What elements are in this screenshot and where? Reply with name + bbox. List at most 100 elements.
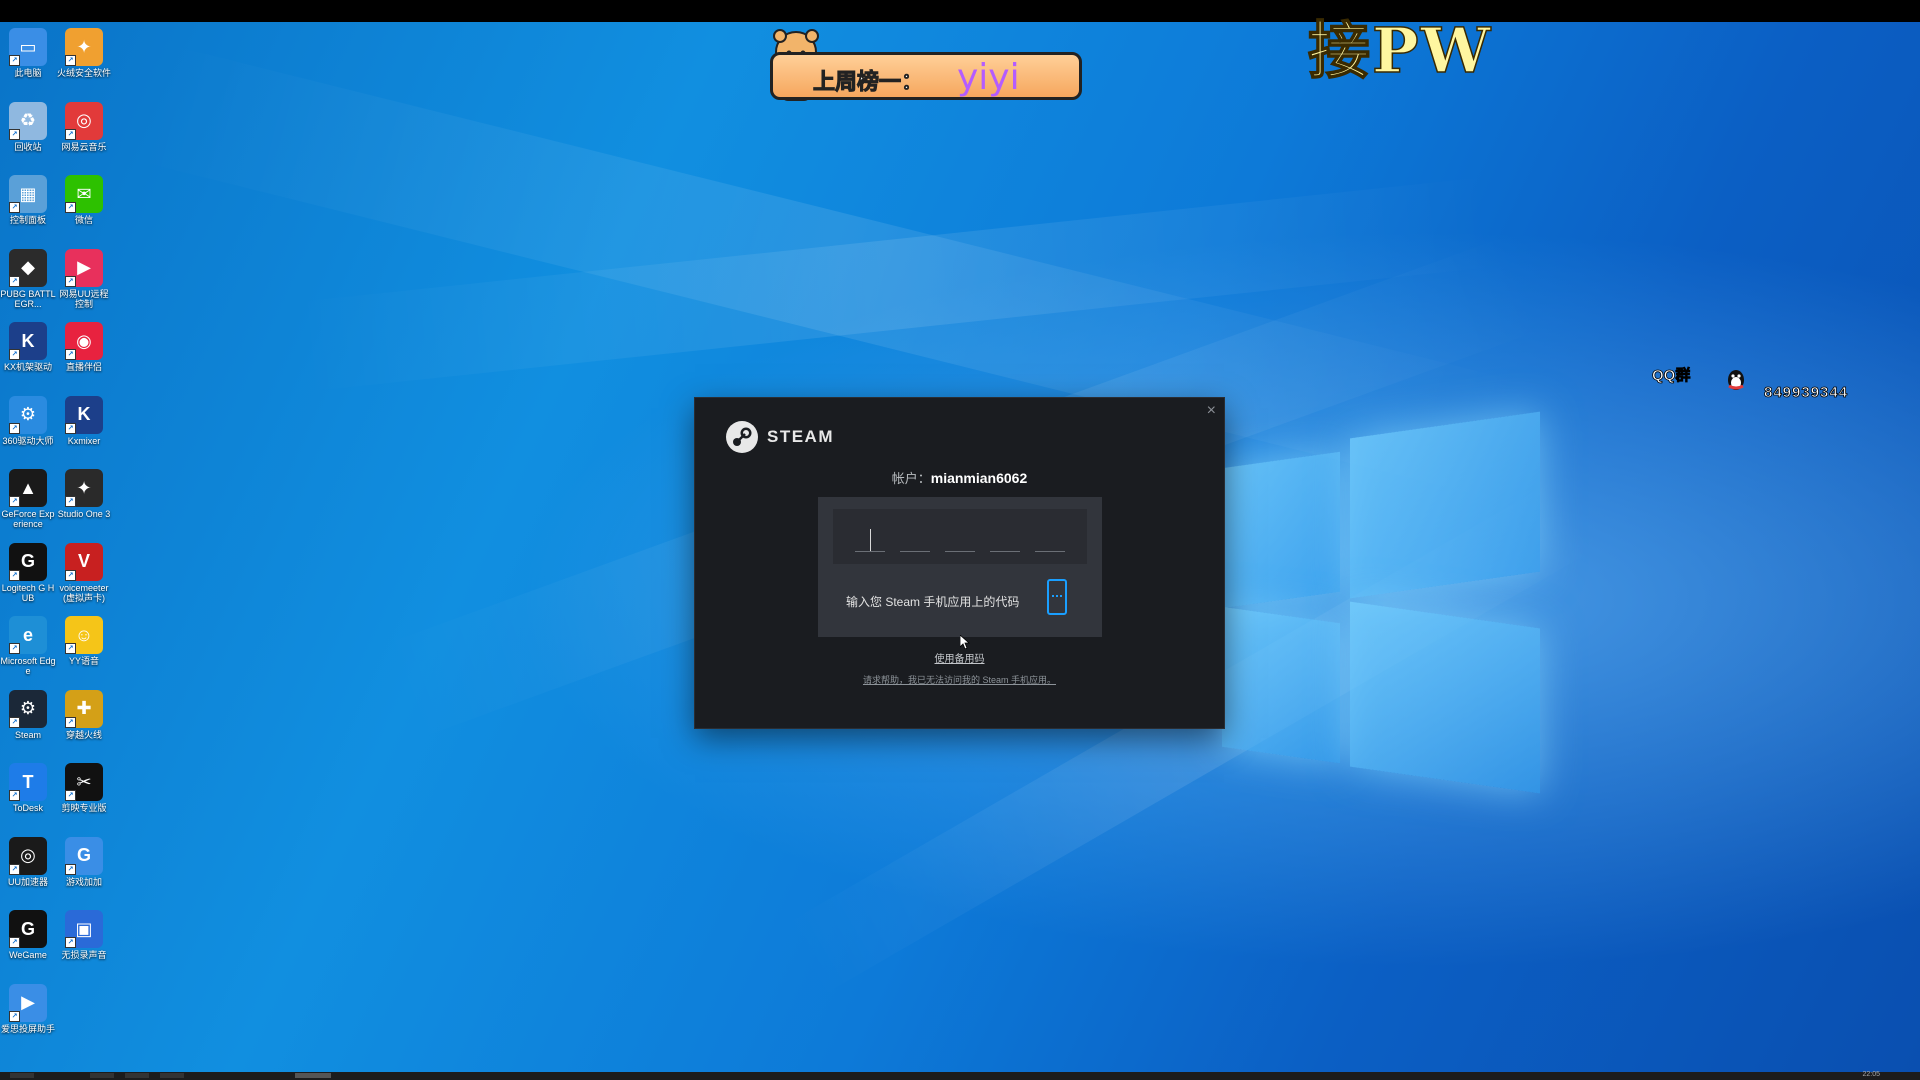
desktop-shortcut[interactable]: ♻ ↗ 回收站: [0, 101, 56, 152]
voicemeeter-icon: V ↗: [65, 542, 103, 581]
desktop-shortcut[interactable]: ▶ ↗ 网易UU远程控制: [56, 248, 112, 309]
live-companion-icon: ◉ ↗: [65, 322, 103, 360]
desktop-shortcut[interactable]: G ↗ WeGame: [0, 910, 56, 960]
desktop-shortcut-label: 网易UU远程控制: [59, 288, 109, 309]
get-help-link[interactable]: 请求帮助，我已无法访问我的 Steam 手机应用。: [695, 673, 1224, 686]
logitech-ghub-icon: G ↗: [9, 542, 47, 581]
close-button[interactable]: ×: [1207, 402, 1216, 420]
desktop-shortcut-label: UU加速器: [8, 876, 48, 887]
geforce-icon: ▲ ↗: [9, 469, 47, 507]
desktop-shortcut-label: Kxmixer: [67, 435, 101, 446]
desktop-shortcut[interactable]: ☺ ↗ YY语音: [56, 616, 112, 666]
code-input[interactable]: [833, 509, 1087, 564]
code-slot[interactable]: [990, 551, 1020, 552]
shortcut-arrow-icon: ↗: [65, 128, 76, 140]
taskbar-item-active[interactable]: [295, 1073, 331, 1078]
crossfire-icon: ✚ ↗: [65, 689, 103, 728]
studio-one-icon: ✦ ↗: [65, 469, 103, 507]
shortcut-arrow-icon: ↗: [65, 422, 76, 434]
shortcut-arrow-icon: ↗: [65, 790, 76, 801]
banner-label: 上周榜一：: [812, 70, 924, 96]
huorong-icon: ✦ ↗: [65, 28, 103, 66]
desktop-shortcut-label: 爱思投屏助手: [0, 1023, 55, 1034]
desktop-shortcut-label: Logitech G HUB: [1, 582, 55, 603]
taskbar-item[interactable]: [10, 1073, 34, 1078]
desktop-shortcut[interactable]: ▭ ↗ 此电脑: [0, 28, 56, 78]
qq-group-label: QQ群: [1652, 367, 1691, 385]
taskbar-item[interactable]: [90, 1073, 114, 1078]
desktop-shortcut-label: 控制面板: [9, 215, 46, 225]
shortcut-arrow-icon: ↗: [9, 55, 20, 66]
shortcut-arrow-icon: ↗: [65, 716, 76, 728]
desktop-shortcut-label: 360驱动大师: [2, 435, 54, 446]
pw-overlay-text: 接PW: [1307, 13, 1493, 88]
recycle-bin-icon: ♻ ↗: [9, 101, 47, 140]
desktop-shortcut[interactable]: ◉ ↗ 直播伴侣: [56, 322, 112, 372]
desktop-shortcut[interactable]: T ↗ ToDesk: [0, 763, 56, 813]
shortcut-arrow-icon: ↗: [9, 937, 20, 948]
taskbar-item[interactable]: [125, 1073, 149, 1078]
desktop-shortcut-label: 回收站: [14, 141, 42, 152]
360-driver-icon: ⚙ ↗: [9, 395, 47, 434]
desktop-shortcut[interactable]: K ↗ KX机架驱动: [0, 322, 56, 372]
code-slot[interactable]: [855, 551, 885, 552]
desktop-shortcut[interactable]: ▲ ↗ GeForce Experience: [0, 469, 56, 529]
desktop-shortcut[interactable]: K ↗ Kxmixer: [56, 395, 112, 446]
desktop-shortcut[interactable]: ✉ ↗ 微信: [56, 175, 112, 225]
desktop-shortcut[interactable]: ▶ ↗ 爱思投屏助手: [0, 983, 56, 1034]
shortcut-arrow-icon: ↗: [65, 863, 76, 875]
aisi-mirror-icon: ▶ ↗: [9, 983, 47, 1022]
desktop-shortcut-label: YY语音: [68, 656, 99, 666]
code-slot[interactable]: [1035, 551, 1065, 552]
steam-logo-icon: [726, 421, 758, 453]
shortcut-arrow-icon: ↗: [65, 275, 76, 287]
desktop-shortcut[interactable]: ▣ ↗ 无损录声音: [56, 910, 112, 960]
desktop-shortcut[interactable]: ⚙ ↗ 360驱动大师: [0, 395, 56, 446]
code-slot[interactable]: [945, 551, 975, 552]
kxmixer-icon: K ↗: [65, 395, 103, 434]
top-black-bar: [0, 0, 1920, 22]
top-fan-banner: 上周榜一： yiyi: [770, 52, 1082, 100]
shortcut-arrow-icon: ↗: [9, 569, 20, 581]
account-line: 帐户：mianmian6062: [695, 468, 1224, 487]
desktop-shortcut[interactable]: G ↗ 游戏加加: [56, 836, 112, 887]
steam-logo: STEAM: [725, 420, 834, 454]
steam-icon: ⚙ ↗: [9, 689, 47, 728]
desktop-shortcut-label: WeGame: [9, 950, 47, 960]
code-slot[interactable]: [900, 551, 930, 552]
desktop-shortcut[interactable]: ✂ ↗ 剪映专业版: [56, 763, 112, 813]
desktop-shortcut[interactable]: ✦ ↗ Studio One 3: [56, 469, 112, 519]
desktop-shortcut-label: 游戏加加: [65, 876, 102, 887]
desktop-shortcut-label: Microsoft Edge: [0, 656, 56, 676]
uu-booster-icon: ◎ ↗: [9, 836, 47, 875]
banner-name: yiyi: [957, 57, 1020, 98]
desktop-shortcut[interactable]: ✦ ↗ 火绒安全软件: [56, 28, 112, 78]
todesk-icon: T ↗: [9, 763, 47, 801]
shortcut-arrow-icon: ↗: [65, 643, 76, 654]
mouse-cursor-icon: [960, 635, 970, 649]
shortcut-arrow-icon: ↗: [9, 790, 20, 801]
control-panel-icon: ▦ ↗: [9, 175, 47, 213]
desktop-shortcut-label: 直播伴侣: [65, 362, 102, 372]
shortcut-arrow-icon: ↗: [9, 128, 20, 140]
desktop-shortcut[interactable]: V ↗ voicemeeter(虚拟声卡): [56, 542, 112, 603]
use-backup-code-link[interactable]: 使用备用码: [695, 650, 1224, 665]
desktop-shortcut[interactable]: ⚙ ↗ Steam: [0, 689, 56, 740]
desktop-shortcut-label: voicemeeter(虚拟声卡): [59, 582, 109, 603]
desktop-shortcut-label: 此电脑: [14, 68, 42, 78]
mobile-phone-icon: [1047, 579, 1067, 615]
desktop-shortcut[interactable]: G ↗ Logitech G HUB: [0, 542, 56, 603]
account-name: mianmian6062: [930, 470, 1028, 486]
desktop-shortcut-label: Steam: [14, 729, 41, 740]
taskbar-item[interactable]: [160, 1073, 184, 1078]
code-panel: 输入您 Steam 手机应用上的代码: [818, 497, 1102, 637]
desktop-shortcut[interactable]: e ↗ Microsoft Edge: [0, 616, 56, 676]
netease-music-icon: ◎ ↗: [65, 101, 103, 140]
desktop-shortcut[interactable]: ▦ ↗ 控制面板: [0, 175, 56, 225]
desktop-shortcut-label: PUBG BATTLEGR...: [0, 288, 56, 309]
desktop-shortcut[interactable]: ◆ ↗ PUBG BATTLEGR...: [0, 248, 56, 309]
desktop-shortcut[interactable]: ◎ ↗ 网易云音乐: [56, 101, 112, 152]
pubg-icon: ◆ ↗: [9, 248, 47, 287]
desktop-shortcut[interactable]: ✚ ↗ 穿越火线: [56, 689, 112, 740]
desktop-shortcut[interactable]: ◎ ↗ UU加速器: [0, 836, 56, 887]
